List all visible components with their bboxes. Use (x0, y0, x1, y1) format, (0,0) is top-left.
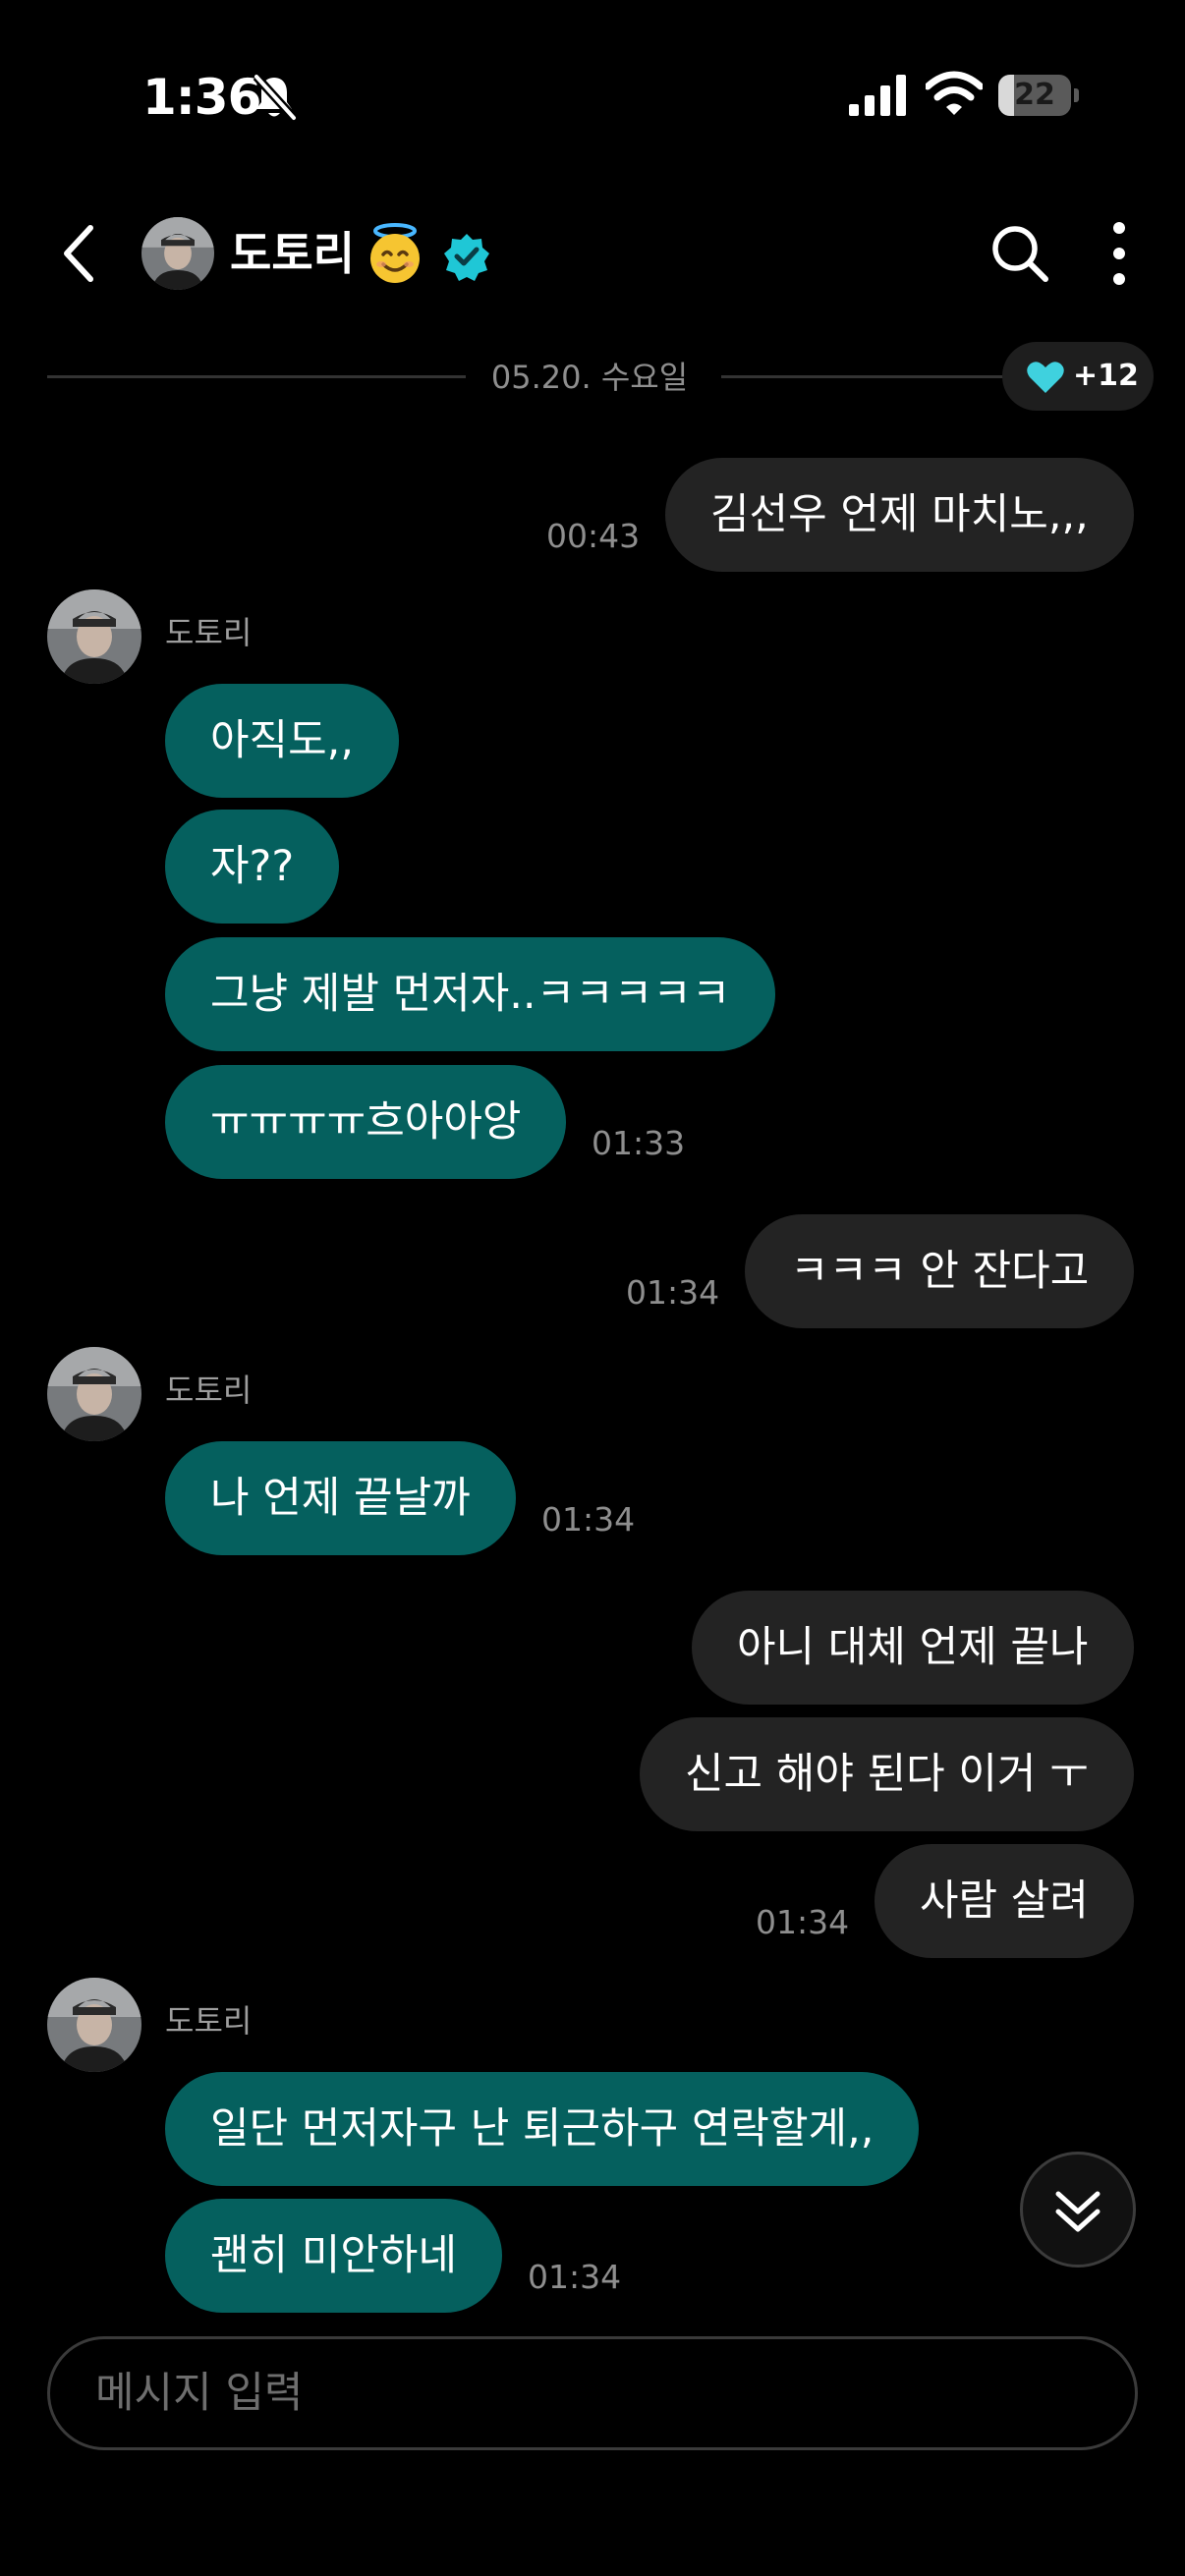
outgoing-message-bubble[interactable]: ㅋㅋㅋ 안 잔다고 (745, 1214, 1135, 1328)
incoming-message-bubble[interactable]: 괜히 미안하네 (165, 2199, 503, 2313)
sender-name: 도토리 (165, 614, 253, 651)
double-chevron-down-icon (1055, 2191, 1100, 2232)
message-timestamp: 01:34 (626, 1273, 720, 1312)
avatar-image (141, 217, 214, 290)
sender-avatar[interactable] (47, 1978, 141, 2072)
outgoing-message-bubble[interactable]: 사람 살려 (875, 1844, 1134, 1958)
verified-badge-icon (444, 234, 489, 281)
incoming-message-bubble[interactable]: 나 언제 끝날까 (165, 1441, 516, 1555)
signal-icon (849, 75, 906, 116)
incoming-message-bubble[interactable]: 일단 먼저자구 난 퇴근하구 연락할게,, (165, 2072, 920, 2186)
incoming-message-bubble[interactable]: ㅠㅠㅠㅠ흐아아앙 (165, 1065, 567, 1179)
incoming-message-bubble[interactable]: 아직도,, (165, 684, 400, 798)
sender-avatar[interactable] (47, 589, 141, 684)
status-time: 1:36 (142, 69, 261, 126)
sender-name: 도토리 (165, 2002, 253, 2040)
reaction-button[interactable]: +12 (1002, 342, 1154, 411)
message-timestamp: 00:43 (546, 517, 641, 555)
battery-level: 22 (1014, 78, 1055, 112)
divider-line-right (721, 375, 1006, 378)
heart-icon (1027, 362, 1064, 393)
scroll-to-bottom-button[interactable] (1020, 2152, 1136, 2268)
sender-name: 도토리 (165, 1372, 253, 1409)
incoming-message-bubble[interactable]: 그냥 제발 먼저자..ㅋㅋㅋㅋㅋ (165, 937, 776, 1051)
more-options-icon[interactable] (1099, 218, 1140, 289)
back-icon[interactable] (55, 220, 106, 287)
search-icon[interactable] (988, 222, 1051, 285)
wifi-icon (926, 71, 983, 115)
outgoing-message-bubble[interactable]: 김선우 언제 마치노,,, (665, 458, 1134, 572)
outgoing-message-bubble[interactable]: 아니 대체 언제 끝나 (692, 1591, 1134, 1705)
message-timestamp: 01:34 (541, 1500, 636, 1539)
battery-indicator: 22 (998, 75, 1079, 118)
header-avatar[interactable] (141, 217, 214, 290)
divider-line-left (47, 375, 466, 378)
smiling-halo-emoji-icon (370, 223, 420, 283)
bell-muted-icon (253, 73, 298, 122)
message-input-container (47, 2336, 1138, 2450)
outgoing-message-bubble[interactable]: 신고 해야 된다 이거 ㅜ (640, 1717, 1134, 1831)
incoming-message-bubble[interactable]: 자?? (165, 810, 340, 924)
sender-avatar[interactable] (47, 1347, 141, 1441)
date-divider-label: 05.20. 수요일 (490, 359, 689, 396)
reaction-count: +12 (1073, 359, 1139, 393)
message-input[interactable] (50, 2339, 1135, 2447)
message-timestamp: 01:33 (592, 1124, 686, 1162)
message-timestamp: 01:34 (756, 1903, 850, 1941)
message-timestamp: 01:34 (528, 2258, 622, 2296)
chat-title: 도토리 (230, 227, 355, 280)
